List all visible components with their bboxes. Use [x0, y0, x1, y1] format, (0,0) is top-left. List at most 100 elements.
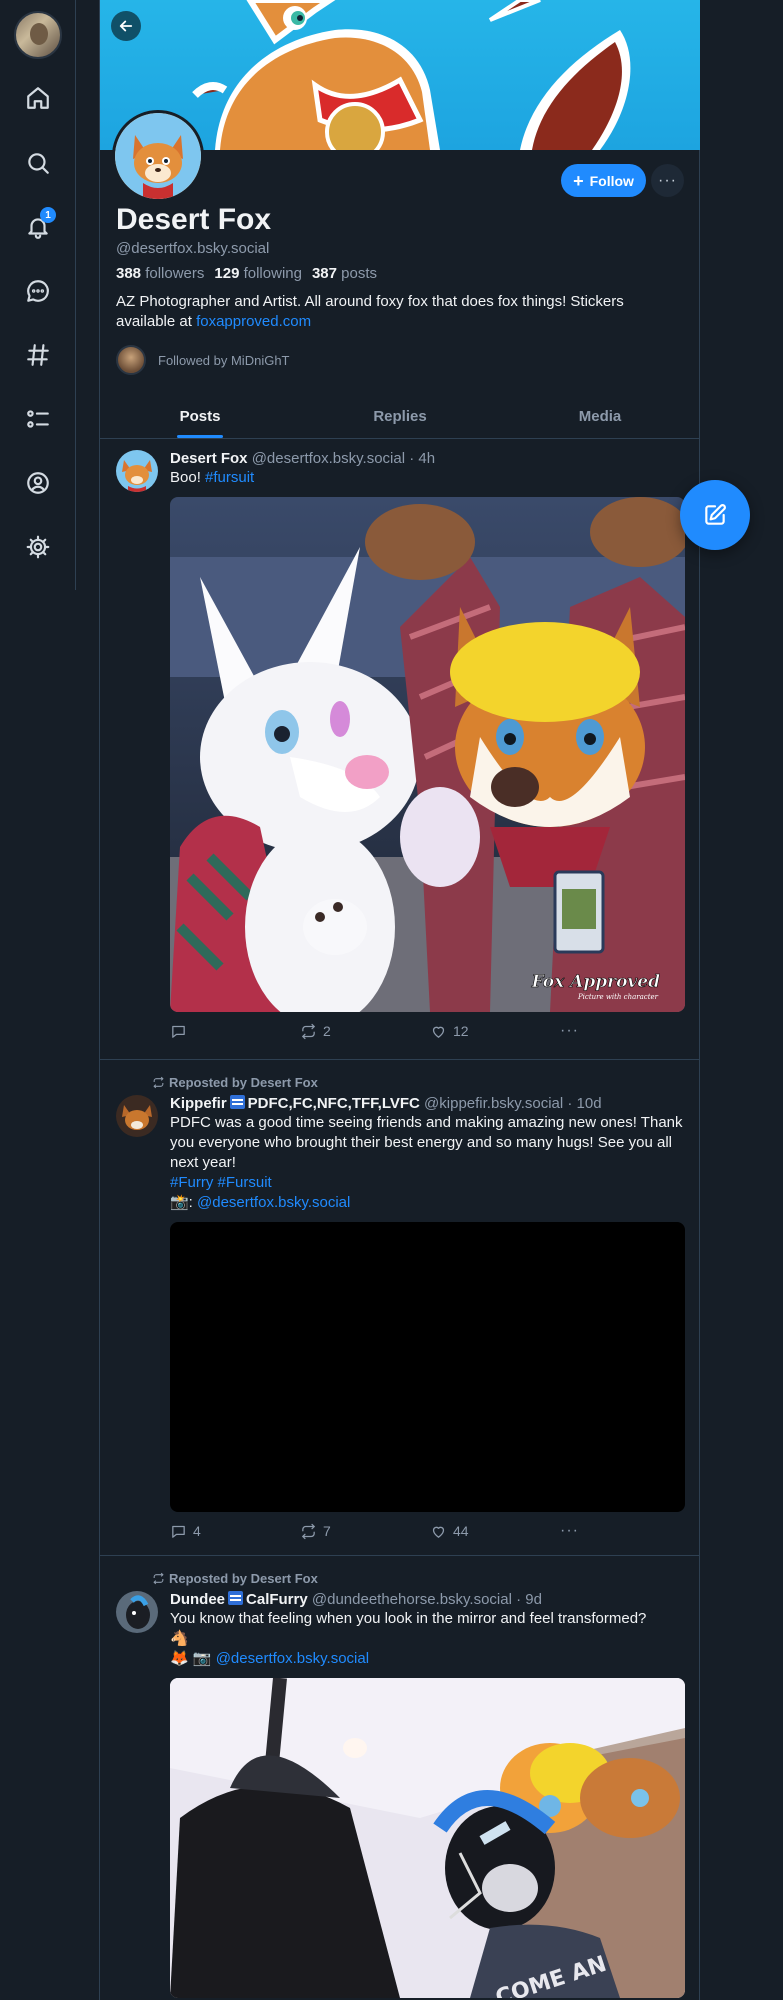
post-author-name[interactable]: Desert Fox [170, 450, 248, 467]
ellipsis-icon: ··· [560, 1522, 579, 1539]
tab-posts[interactable]: Posts [100, 395, 300, 438]
post-text-body: You know that feeling when you look in t… [170, 1610, 647, 1627]
post-author-handle[interactable]: @desertfox.bsky.social [252, 450, 405, 467]
followers-stat[interactable]: 388 followers [116, 265, 204, 282]
post-author-avatar[interactable] [116, 1591, 158, 1633]
post-actions: 2 12 ··· [170, 1022, 685, 1040]
nav-feeds[interactable] [16, 333, 60, 377]
chat-icon [27, 280, 49, 302]
post-header: Dundee CalFurry @dundeethehorse.bsky.soci… [170, 1591, 685, 1608]
repost-icon [302, 1523, 315, 1539]
like-button[interactable]: 44 [430, 1522, 560, 1540]
profile-handle: @desertfox.bsky.social [116, 240, 270, 257]
followed-by-row[interactable]: Followed by MiDniGhT [116, 345, 290, 375]
post-author-name[interactable]: Dundee [170, 1591, 225, 1608]
profile-avatar[interactable] [112, 110, 204, 202]
repost-button[interactable]: 7 [300, 1522, 430, 1540]
heart-icon [432, 1526, 445, 1538]
plus-icon: + [573, 170, 584, 191]
home-icon [27, 87, 49, 109]
feed-post[interactable]: Reposted by Desert Fox Kippefir PDFC,FC,N… [100, 1061, 700, 1556]
settings-icon [26, 535, 50, 559]
nav-chat[interactable] [16, 269, 60, 313]
follow-label: Follow [589, 172, 634, 189]
post-image[interactable]: Fox Approved Picture with character [170, 497, 685, 1012]
repost-indicator[interactable]: Reposted by Desert Fox [152, 1571, 318, 1586]
compose-post-button[interactable] [680, 480, 750, 550]
fox-avatar-art [122, 460, 152, 492]
tab-replies[interactable]: Replies [300, 395, 500, 438]
following-label: following [243, 265, 302, 282]
post-author-handle[interactable]: @kippefir.bsky.social [424, 1095, 563, 1112]
feed-post[interactable]: Reposted by Desert Fox Dundee CalFurry @d… [100, 1557, 700, 2000]
list-icon [27, 410, 49, 428]
post-header: Kippefir PDFC,FC,NFC,TFF,LVFC @kippefir.b… [170, 1095, 685, 1112]
profile-stats: 388 followers 129 following 387 posts [116, 265, 377, 282]
id-badge-icon [229, 1095, 245, 1109]
nav-lists[interactable] [16, 397, 60, 441]
follow-button[interactable]: + Follow [561, 164, 646, 197]
post-video[interactable] [170, 1222, 685, 1512]
post-author-name[interactable]: Kippefir [170, 1095, 227, 1112]
followers-label: followers [145, 265, 205, 282]
notification-badge: 1 [40, 207, 56, 223]
post-time[interactable]: · 10d [567, 1095, 601, 1112]
tab-media[interactable]: Media [500, 395, 700, 438]
post-time[interactable]: · 9d [516, 1591, 542, 1608]
repost-icon [153, 1076, 164, 1089]
nav-notifications[interactable]: 1 [16, 205, 60, 249]
post-author-suffix: CalFurry [246, 1591, 308, 1608]
left-nav: 1 [0, 0, 76, 590]
profile-icon [27, 472, 49, 494]
post-time[interactable]: · 4h [409, 450, 435, 467]
post-image[interactable]: COME AN [170, 1678, 685, 1998]
post-text-body: PDFC was a good time seeing friends and … [170, 1114, 683, 1171]
post-author-avatar[interactable] [116, 1095, 158, 1137]
post-text-body: Boo! [170, 469, 206, 486]
following-count: 129 [214, 265, 240, 282]
post-author-avatar[interactable] [116, 450, 158, 492]
repost-button[interactable]: 2 [300, 1022, 430, 1040]
arrow-left-icon [119, 20, 133, 32]
posts-count: 387 [311, 265, 337, 282]
hashtag-icon [27, 344, 49, 366]
hashtag-links[interactable]: #Furry #Fursuit [170, 1173, 685, 1193]
post-author-suffix: PDFC,FC,NFC,TFF,LVFC [247, 1095, 420, 1112]
mention-link[interactable]: @desertfox.bsky.social [216, 1650, 369, 1667]
post-more-button[interactable]: ··· [560, 1022, 579, 1040]
back-button[interactable] [111, 11, 141, 41]
reply-icon [172, 1025, 185, 1038]
mention-link[interactable]: @desertfox.bsky.social [197, 1194, 350, 1211]
reply-button[interactable]: 4 [170, 1522, 300, 1540]
hashtag-link[interactable]: #fursuit [205, 469, 254, 486]
post-more-button[interactable]: ··· [560, 1522, 579, 1540]
reply-button[interactable] [170, 1022, 300, 1040]
feed-post[interactable]: Desert Fox @desertfox.bsky.social · 4h B… [100, 440, 700, 1060]
like-count: 12 [453, 1023, 469, 1039]
reply-count: 4 [193, 1523, 201, 1539]
nav-home[interactable] [16, 76, 60, 120]
horse-emoji: 🐴 [170, 1630, 189, 1647]
bio-link[interactable]: foxapproved.com [196, 313, 311, 330]
fursuit-photo: Fox Approved Picture with character [170, 497, 685, 1012]
following-stat[interactable]: 129 following [214, 265, 302, 282]
repost-label: Reposted by Desert Fox [169, 1075, 318, 1090]
post-author-handle[interactable]: @dundeethehorse.bsky.social [312, 1591, 512, 1608]
post-header: Desert Fox @desertfox.bsky.social · 4h [170, 450, 685, 467]
repost-indicator[interactable]: Reposted by Desert Fox [152, 1075, 318, 1090]
repost-count: 2 [323, 1023, 331, 1039]
search-icon [28, 153, 49, 174]
bio-text: AZ Photographer and Artist. All around f… [116, 293, 624, 330]
nav-search[interactable] [16, 141, 60, 185]
ellipsis-icon: ··· [560, 1022, 579, 1039]
heart-icon [432, 1026, 445, 1038]
like-button[interactable]: 12 [430, 1022, 560, 1040]
profile-more-button[interactable]: ··· [651, 164, 684, 197]
nav-settings[interactable] [16, 525, 60, 569]
profile-tabs: Posts Replies Media [100, 395, 700, 439]
current-user-avatar[interactable] [14, 11, 62, 59]
repost-count: 7 [323, 1523, 331, 1539]
profile-display-name: Desert Fox [116, 203, 272, 236]
fox-avatar-art [122, 1105, 152, 1130]
nav-profile[interactable] [16, 461, 60, 505]
